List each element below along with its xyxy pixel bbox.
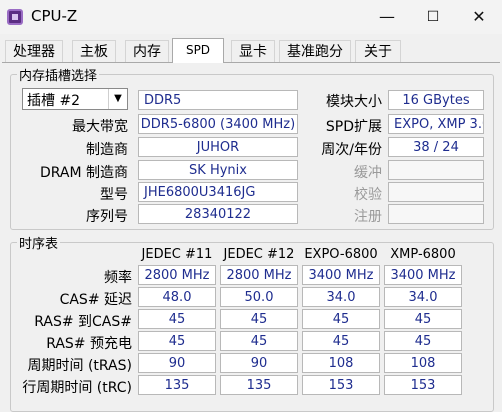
tab-bench[interactable]: 基准跑分: [279, 40, 351, 62]
minimize-button[interactable]: —: [364, 0, 410, 34]
manufacturer-value: JUHOR: [138, 137, 298, 157]
timing-row-label: CAS# 延迟: [59, 292, 132, 308]
serial-value: 28340122: [138, 204, 298, 224]
part-number-value: JHE6800U3416JG: [138, 182, 298, 202]
column-header: XMP-6800: [390, 247, 456, 262]
module-size-label: 模块大小: [326, 94, 382, 110]
title-bar: CPU-Z — ☐ ✕: [0, 0, 502, 34]
maximize-button[interactable]: ☐: [410, 0, 456, 34]
column-header: EXPO-6800: [304, 247, 378, 262]
timing-cell: 153: [302, 375, 380, 395]
timing-cell: 135: [138, 375, 216, 395]
dram-manufacturer-label: DRAM 制造商: [39, 165, 128, 181]
timing-row-label: 行周期时间 (tRC): [22, 380, 132, 396]
timing-cell: 34.0: [384, 287, 462, 307]
dram-manufacturer-value: SK Hynix: [138, 160, 298, 180]
cpuz-app-icon: [7, 9, 23, 25]
timing-row-label: 周期时间 (tRAS): [27, 358, 133, 374]
timing-cell: 45: [138, 309, 216, 329]
column-header: JEDEC #12: [223, 247, 295, 262]
timing-cell: 3400 MHz: [384, 265, 462, 285]
buffered-label: 缓冲: [354, 165, 382, 181]
timing-cell: 90: [220, 353, 298, 373]
column-header: JEDEC #11: [141, 247, 213, 262]
spd-ext-value: EXPO, XMP 3.0: [388, 114, 484, 134]
timing-cell: 48.0: [138, 287, 216, 307]
timing-cell: 45: [384, 309, 462, 329]
correction-label: 校验: [354, 187, 382, 203]
correction-value: [388, 182, 484, 202]
close-button[interactable]: ✕: [456, 0, 502, 34]
tab-mainboard[interactable]: 主板: [72, 40, 116, 62]
timing-cell: 2800 MHz: [220, 265, 298, 285]
max-bandwidth-label: 最大带宽: [72, 119, 128, 135]
memory-type-value: DDR5: [138, 90, 298, 110]
week-year-label: 周次/年份: [321, 142, 382, 158]
tab-spd[interactable]: SPD: [172, 38, 224, 63]
timing-cell: 45: [384, 331, 462, 351]
timing-cell: 135: [220, 375, 298, 395]
timing-cell: 45: [302, 309, 380, 329]
serial-label: 序列号: [86, 209, 128, 225]
slot-select[interactable]: 插槽 #2 ▼: [22, 88, 128, 110]
tab-memory[interactable]: 内存: [125, 40, 169, 62]
timing-cell: 153: [384, 375, 462, 395]
registered-label: 注册: [354, 209, 382, 225]
timing-cell: 2800 MHz: [138, 265, 216, 285]
timing-cell: 34.0: [302, 287, 380, 307]
tab-processor[interactable]: 处理器: [5, 40, 63, 62]
week-year-value: 38 / 24: [388, 137, 484, 157]
module-size-value: 16 GBytes: [388, 90, 484, 110]
timing-cell: 45: [220, 309, 298, 329]
timing-cell: 108: [384, 353, 462, 373]
timings-legend: 时序表: [17, 233, 61, 252]
timing-row-label: 频率: [104, 270, 132, 286]
tab-graphics[interactable]: 显卡: [231, 40, 275, 62]
timing-row-label: RAS# 预充电: [46, 336, 132, 352]
spd-ext-label: SPD扩展: [325, 119, 382, 135]
timing-cell: 45: [138, 331, 216, 351]
timing-cell: 45: [302, 331, 380, 351]
chevron-down-icon[interactable]: ▼: [108, 89, 127, 109]
part-number-label: 型号: [100, 187, 128, 203]
timing-cell: 50.0: [220, 287, 298, 307]
max-bandwidth-value: DDR5-6800 (3400 MHz): [138, 114, 298, 134]
manufacturer-label: 制造商: [86, 142, 128, 158]
timing-cell: 3400 MHz: [302, 265, 380, 285]
slot-group-legend: 内存插槽选择: [17, 65, 100, 84]
tab-strip: 处理器 主板 内存 SPD 显卡 基准跑分 关于: [0, 38, 502, 63]
timing-cell: 108: [302, 353, 380, 373]
slot-select-value: 插槽 #2: [27, 93, 81, 109]
timing-cell: 90: [138, 353, 216, 373]
tab-about[interactable]: 关于: [355, 40, 401, 62]
timing-cell: 45: [220, 331, 298, 351]
timing-row-label: RAS# 到CAS#: [34, 314, 132, 330]
buffered-value: [388, 160, 484, 180]
window-title: CPU-Z: [31, 7, 78, 25]
registered-value: [388, 204, 484, 224]
